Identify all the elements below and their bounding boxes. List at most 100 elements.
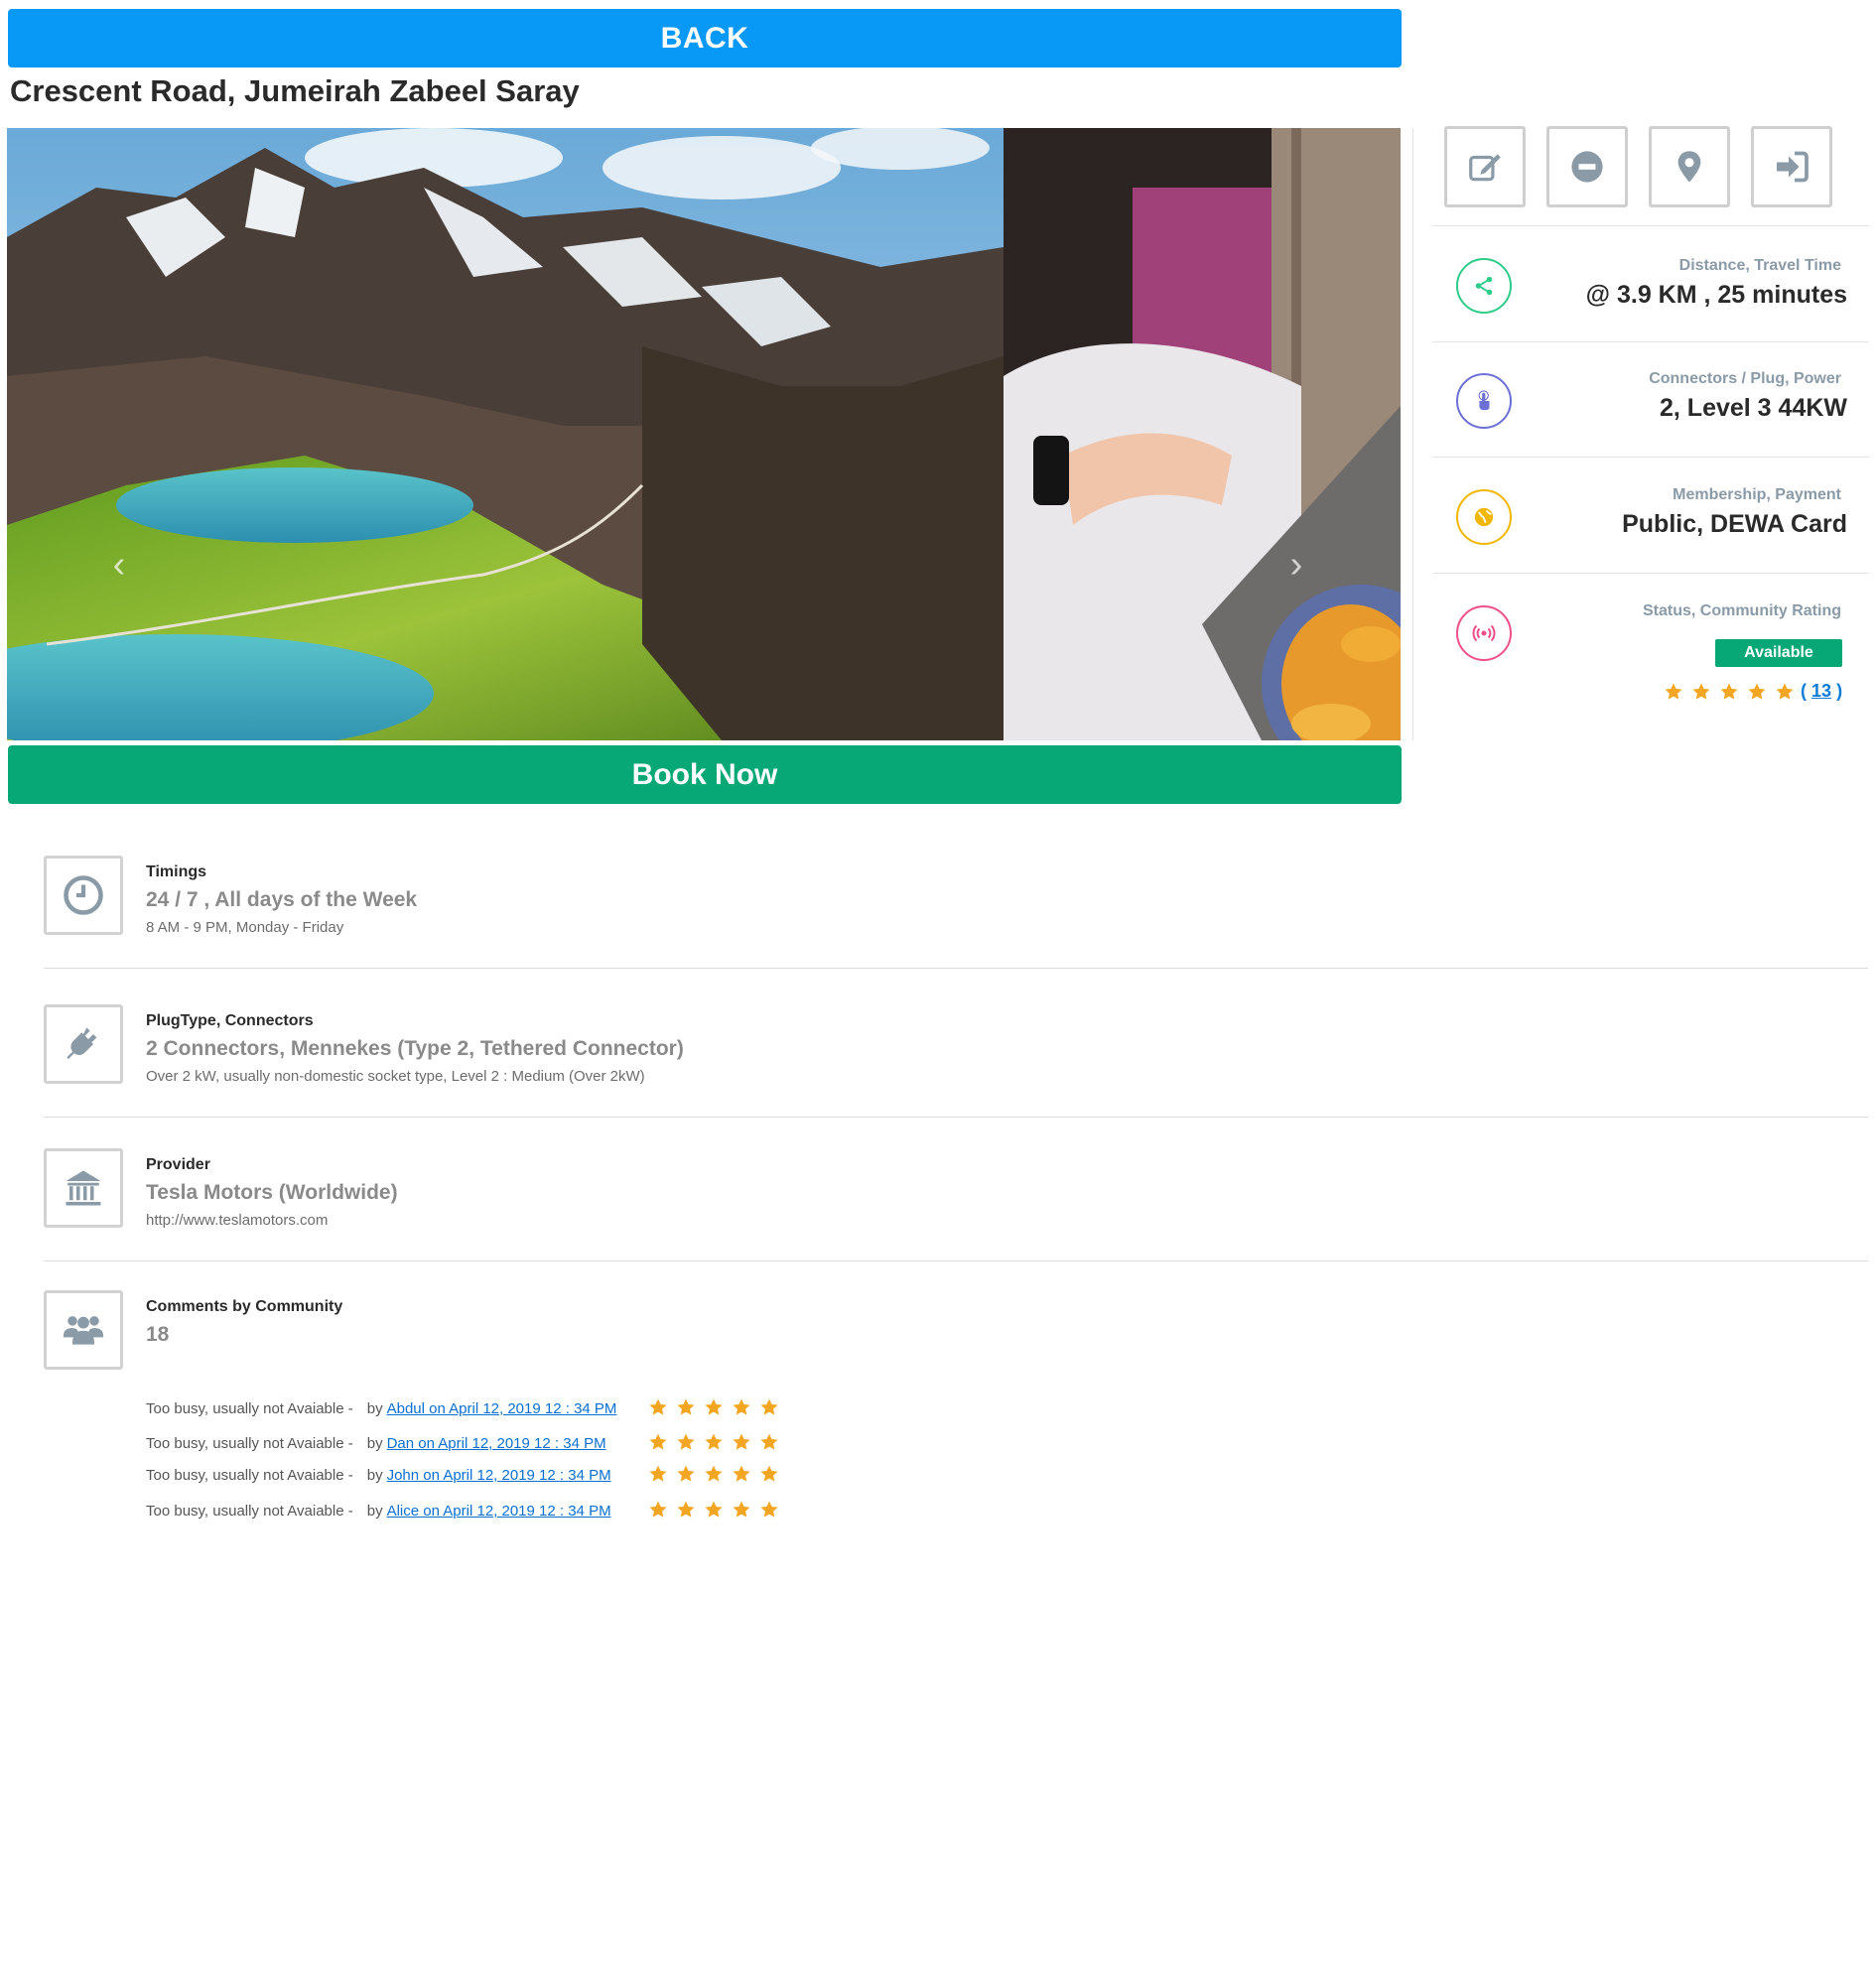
carousel-prev-button[interactable]: ‹: [104, 545, 134, 585]
page-title: Crescent Road, Jumeirah Zabeel Saray: [10, 73, 580, 108]
plug-heading: PlugType, Connectors: [146, 1012, 314, 1029]
star-icon: [704, 1500, 724, 1520]
share-icon: [1475, 276, 1493, 296]
section-divider: [44, 1260, 1868, 1261]
comments-heading: Comments by Community: [146, 1298, 343, 1315]
star-icon: [648, 1464, 668, 1484]
star-icon: [676, 1432, 696, 1452]
star-icon: [732, 1464, 751, 1484]
provider-url[interactable]: http://www.teslamotors.com: [146, 1212, 328, 1229]
star-icon: [648, 1397, 668, 1417]
comment-author-link[interactable]: John on April 12, 2019 12 : 34 PM: [387, 1467, 611, 1484]
clock-icon: [64, 875, 103, 915]
map-marker-icon: [1677, 151, 1701, 183]
rating-count: 13: [1811, 681, 1832, 701]
connectors-icon-badge[interactable]: [1456, 373, 1512, 429]
membership-icon-badge[interactable]: [1456, 489, 1512, 545]
share-icon-badge[interactable]: [1456, 258, 1512, 314]
community-rating: ( 13 ): [1664, 681, 1842, 702]
plug-sub: Over 2 kW, usually non-domestic socket t…: [146, 1068, 645, 1085]
star-icon: [732, 1500, 751, 1520]
plug-icon-box: [44, 1004, 123, 1084]
star-icon: [1691, 682, 1711, 702]
edit-button[interactable]: [1444, 126, 1526, 207]
comment-rating: [648, 1464, 779, 1484]
star-icon: [704, 1432, 724, 1452]
comment-author-link[interactable]: Alice on April 12, 2019 12 : 34 PM: [387, 1503, 611, 1520]
star-icon: [648, 1500, 668, 1520]
comment-author-link[interactable]: Abdul on April 12, 2019 12 : 34 PM: [387, 1400, 617, 1417]
star-icon: [704, 1464, 724, 1484]
comments-section: Comments by Community 18: [44, 1290, 1868, 1390]
image-carousel[interactable]: ‹ ›: [7, 128, 1401, 740]
comment-by: by: [366, 1400, 383, 1417]
comment-item: Too busy, usually not Avaiable - by Dan …: [146, 1435, 606, 1452]
comment-text: Too busy, usually not Avaiable -: [146, 1467, 353, 1484]
comment-rating: [648, 1500, 779, 1520]
carousel-next-button[interactable]: ›: [1281, 545, 1311, 585]
star-icon: [676, 1397, 696, 1417]
info-row-membership: Membership, Payment Public, DEWA Card: [1432, 457, 1869, 574]
membership-value: Public, DEWA Card: [1622, 510, 1847, 538]
comment-by: by: [366, 1467, 383, 1484]
food-image: [1004, 128, 1401, 740]
star-icon: [759, 1500, 779, 1520]
timings-sub: 8 AM - 9 PM, Monday - Friday: [146, 919, 344, 936]
star-icon: [1747, 682, 1767, 702]
location-button[interactable]: [1649, 126, 1730, 207]
star-icon: [759, 1397, 779, 1417]
star-icon: [676, 1500, 696, 1520]
star-icon: [1775, 682, 1795, 702]
star-icon: [704, 1397, 724, 1417]
comment-text: Too busy, usually not Avaiable -: [146, 1400, 353, 1417]
comment-author-link[interactable]: Dan on April 12, 2019 12 : 34 PM: [387, 1435, 606, 1452]
provider-heading: Provider: [146, 1156, 210, 1173]
membership-label: Membership, Payment: [1673, 486, 1841, 503]
comment-by: by: [366, 1435, 383, 1452]
info-row-distance: Distance, Travel Time @ 3.9 KM , 25 minu…: [1432, 225, 1869, 342]
vertical-divider: [1412, 128, 1413, 740]
provider-main: Tesla Motors (Worldwide): [146, 1181, 398, 1204]
status-label: Status, Community Rating: [1642, 602, 1841, 619]
provider-section: Provider Tesla Motors (Worldwide) http:/…: [44, 1148, 1868, 1257]
comment-item: Too busy, usually not Avaiable - by Alic…: [146, 1503, 611, 1520]
rating-count-open: (: [1801, 681, 1807, 701]
timings-icon-box: [44, 856, 123, 935]
star-icon: [732, 1432, 751, 1452]
broadcast-icon: [1472, 624, 1496, 642]
hand-pointer-icon: [1478, 390, 1490, 411]
comment-by: by: [366, 1503, 383, 1520]
mountain-lake-image: [7, 128, 1004, 740]
rating-count-close: ): [1836, 681, 1843, 701]
comments-icon-box: [44, 1290, 123, 1370]
status-badge: Available: [1715, 639, 1842, 667]
star-icon: [759, 1464, 779, 1484]
rating-count-link[interactable]: ( 13 ): [1801, 681, 1842, 702]
comment-rating: [648, 1432, 779, 1452]
remove-button[interactable]: [1546, 126, 1628, 207]
comment-text: Too busy, usually not Avaiable -: [146, 1503, 353, 1520]
comment-rating: [648, 1397, 779, 1417]
star-icon: [1664, 682, 1683, 702]
star-icon: [648, 1432, 668, 1452]
bank-icon: [66, 1170, 101, 1206]
plug-section: PlugType, Connectors 2 Connectors, Menne…: [44, 1004, 1868, 1114]
section-divider: [44, 968, 1868, 969]
star-icon: [732, 1397, 751, 1417]
connectors-value: 2, Level 3 44KW: [1660, 394, 1847, 422]
globe-icon: [1474, 507, 1494, 527]
sign-in-button[interactable]: [1751, 126, 1832, 207]
comment-text: Too busy, usually not Avaiable -: [146, 1435, 353, 1452]
star-icon: [1719, 682, 1739, 702]
provider-icon-box: [44, 1148, 123, 1228]
star-icon: [676, 1464, 696, 1484]
timings-main: 24 / 7 , All days of the Week: [146, 888, 418, 911]
distance-value: @ 3.9 KM , 25 minutes: [1585, 281, 1847, 309]
timings-section: Timings 24 / 7 , All days of the Week 8 …: [44, 856, 1868, 965]
comment-item: Too busy, usually not Avaiable - by Abdu…: [146, 1400, 616, 1417]
back-button[interactable]: BACK: [8, 9, 1402, 67]
sign-in-icon: [1777, 151, 1809, 183]
book-now-button[interactable]: Book Now: [8, 745, 1402, 804]
timings-heading: Timings: [146, 863, 207, 880]
users-icon: [63, 1316, 104, 1345]
